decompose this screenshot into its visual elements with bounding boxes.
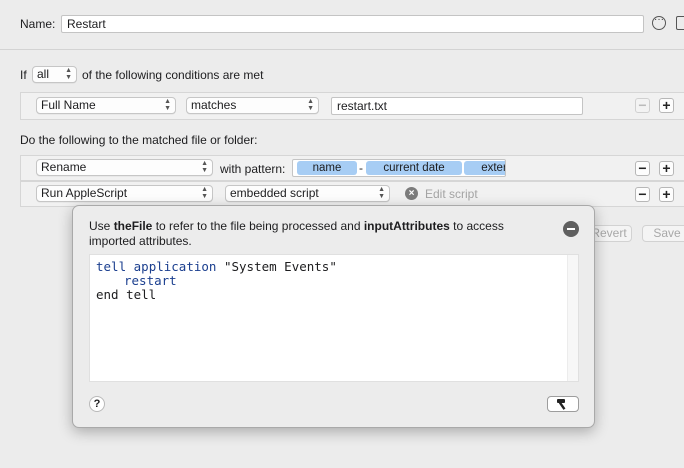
top-divider [0,49,684,50]
remove-action-applescript-button[interactable]: − [635,187,650,202]
edit-script-button[interactable]: Edit script [425,187,478,201]
pattern-token-name[interactable]: name [297,161,357,175]
popup-chevron-icon: ▲ ▼ [164,98,171,112]
minus-circle-icon[interactable] [563,221,579,237]
condition-value-field[interactable]: restart.txt [331,97,583,115]
pattern-separator: - [359,161,363,175]
pattern-token-extension[interactable]: exter [464,161,505,175]
script-source-popup[interactable]: embedded script ▲ ▼ [225,185,390,202]
hint-mid: to refer to the file being processed and [152,219,364,233]
action-rename-value: Rename [41,160,87,174]
clear-x-icon[interactable]: × [405,187,418,200]
add-condition-button[interactable]: + [659,98,674,113]
popup-chevron-icon: ▲ ▼ [65,67,72,81]
hint-var-inputattributes: inputAttributes [363,219,450,233]
pattern-field[interactable]: name - current date exter [292,159,506,177]
action-rename-popup[interactable]: Rename ▲ ▼ [36,159,213,176]
popup-chevron-icon: ▲ ▼ [201,186,208,200]
pattern-token-current-date[interactable]: current date [366,161,462,175]
save-button[interactable]: Save [642,225,684,242]
action-applescript-popup[interactable]: Run AppleScript ▲ ▼ [36,185,213,202]
pattern-label: with pattern: [220,162,286,176]
match-mode-popup[interactable]: all ▲ ▼ [32,66,77,83]
condition-operator-popup[interactable]: matches ▲ ▼ [186,97,319,114]
conditions-prefix: If [20,68,27,82]
script-source-value: embedded script [230,186,319,200]
rule-name-field[interactable]: Restart [61,15,644,33]
actions-heading: Do the following to the matched file or … [20,133,258,147]
condition-attribute-popup[interactable]: Full Name ▲ ▼ [36,97,176,114]
hint-pre: Use [89,219,114,233]
script-scrollbar[interactable] [567,255,578,381]
popover-hint: Use theFile to refer to the file being p… [89,219,509,249]
add-action-button[interactable]: + [659,161,674,176]
name-label: Name: [20,17,56,31]
ellipsis-circle-icon[interactable]: ··· [652,15,666,30]
script-editor-popover: Use theFile to refer to the file being p… [72,205,595,428]
add-action-button-2[interactable]: + [659,187,674,202]
help-button[interactable]: ? [89,396,105,412]
match-mode-value: all [37,67,50,81]
code-application: application [133,259,217,274]
compile-button[interactable] [547,396,579,412]
condition-operator-value: matches [191,98,237,112]
popup-chevron-icon: ▲ ▼ [307,98,314,112]
code-target-string: "System Events" [223,259,337,274]
remove-action-rename-button[interactable]: − [635,161,650,176]
remove-condition-button[interactable]: − [635,98,650,113]
action-applescript-value: Run AppleScript [41,186,128,200]
hammer-icon [557,399,566,410]
document-icon[interactable] [676,16,684,30]
hint-var-thefile: theFile [113,219,153,233]
code-tell: tell [96,259,127,274]
script-text-area[interactable]: tell application "System Events" restart… [89,254,579,382]
popup-chevron-icon: ▲ ▼ [378,186,385,200]
script-line-3: end tell [96,287,157,302]
popup-chevron-icon: ▲ ▼ [201,160,208,174]
conditions-suffix: of the following conditions are met [82,68,264,82]
condition-attribute-value: Full Name [41,98,96,112]
